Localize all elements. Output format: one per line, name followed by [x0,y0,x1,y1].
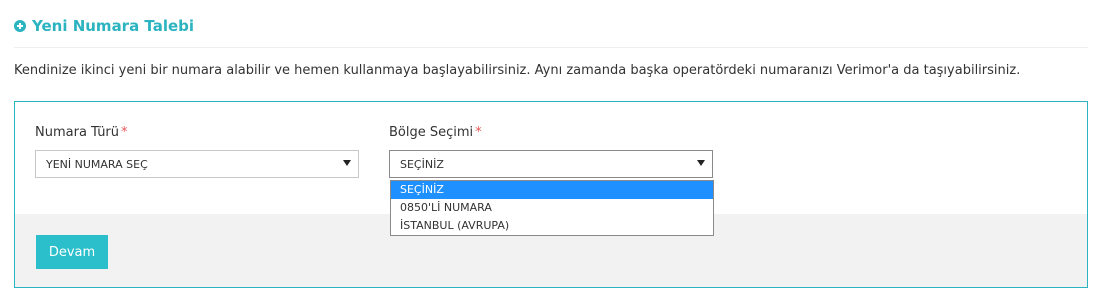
caret-down-icon [343,160,351,166]
number-type-select[interactable]: YENİ NUMARA SEÇ [35,150,359,178]
required-mark: * [121,125,128,140]
form-panel: Numara Türü * YENİ NUMARA SEÇ Bölge Seçim… [14,101,1088,288]
number-type-label-text: Numara Türü [35,125,120,140]
number-type-label: Numara Türü * [35,125,128,140]
plus-circle-icon [14,20,26,32]
region-select[interactable]: SEÇİNİZ [389,150,713,178]
page-title: Yeni Numara Talebi [32,17,195,35]
required-mark: * [475,125,482,140]
region-value: SEÇİNİZ [400,157,444,171]
page-header: Yeni Numara Talebi [14,16,194,36]
region-label: Bölge Seçimi * [389,125,482,140]
intro-text: Kendinize ikinci yeni bir numara alabili… [14,63,1021,78]
number-type-value: YENİ NUMARA SEÇ [46,157,148,171]
region-option[interactable]: SEÇİNİZ [391,181,713,199]
header-divider [14,47,1088,48]
region-dropdown-list: SEÇİNİZ 0850'Lİ NUMARA İSTANBUL (AVRUPA) [390,180,714,236]
region-label-text: Bölge Seçimi [389,125,474,140]
continue-button[interactable]: Devam [36,235,108,269]
region-option[interactable]: İSTANBUL (AVRUPA) [391,217,713,235]
caret-down-icon [697,160,705,166]
region-option[interactable]: 0850'Lİ NUMARA [391,199,713,217]
